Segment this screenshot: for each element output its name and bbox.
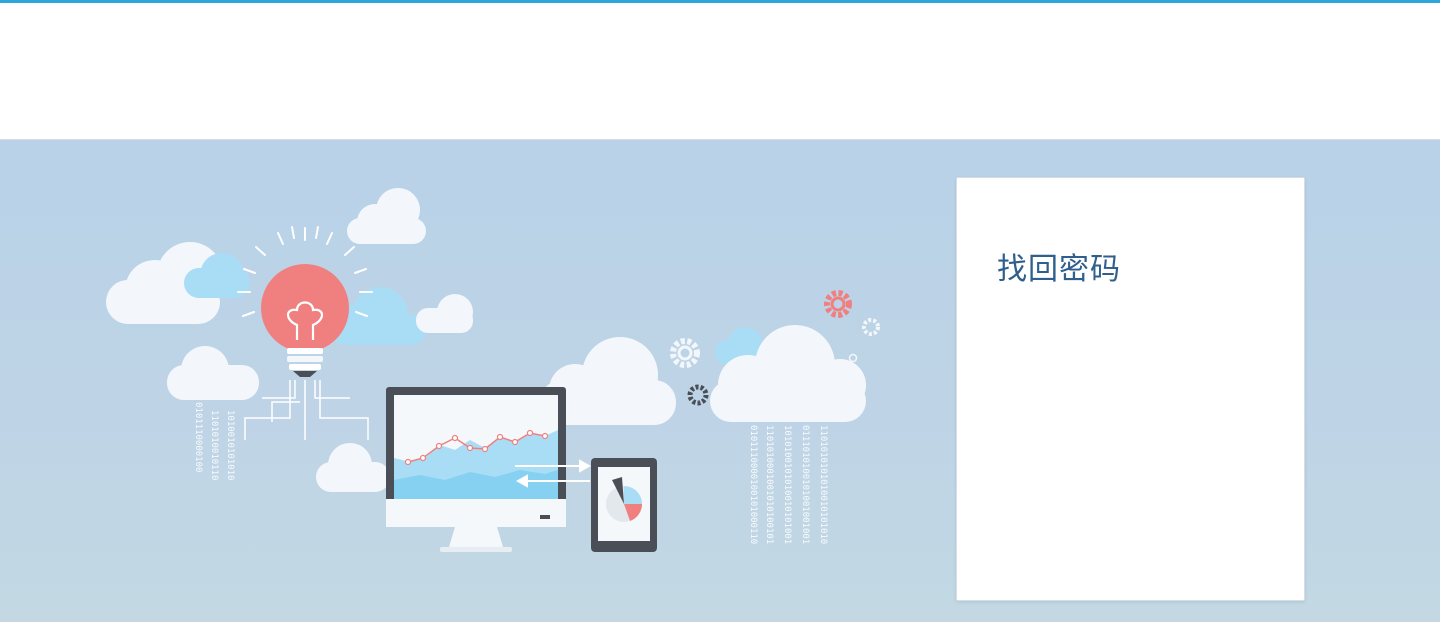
tablet-icon: [591, 458, 657, 552]
cloud-icon: [416, 294, 473, 333]
binary-text: 0111010100101001001001: [800, 425, 810, 544]
monitor-icon: [386, 387, 566, 552]
lightbulb-icon: [237, 226, 373, 377]
circuit-lines: [244, 380, 369, 440]
hero-banner: 1010010101010 1101010010110 010111000010…: [0, 139, 1440, 622]
binary-text: 1010100101010010101001: [782, 425, 792, 544]
gear-icon: [862, 318, 880, 336]
binary-stream-right: 1101010101010010101010 01110101001010010…: [748, 425, 828, 544]
binary-text: 1101010001001010100101: [764, 425, 774, 544]
binary-text: 1101010101010010101010: [818, 425, 828, 544]
cloud-icon: [316, 443, 390, 492]
cloud-icon: [167, 346, 259, 400]
gear-icon: [670, 338, 700, 368]
cloud-icon: [347, 188, 426, 244]
find-password-card: 找回密码: [956, 177, 1305, 601]
card-title: 找回密码: [997, 252, 1121, 287]
dot-icon: [848, 353, 858, 363]
gear-icon: [687, 384, 709, 406]
cloud-computing-illustration: 1010010101010 1101010010110 010111000010…: [106, 188, 880, 552]
binary-text: 0101110000100: [193, 402, 203, 472]
binary-text: 0101110000100101000110: [748, 425, 758, 544]
gear-icon: [824, 290, 852, 318]
binary-stream-left: 1010010101010 1101010010110 010111000010…: [193, 402, 235, 480]
page-header: [0, 3, 1440, 139]
binary-text: 1010010101010: [225, 410, 235, 480]
binary-text: 1101010010110: [209, 410, 219, 480]
